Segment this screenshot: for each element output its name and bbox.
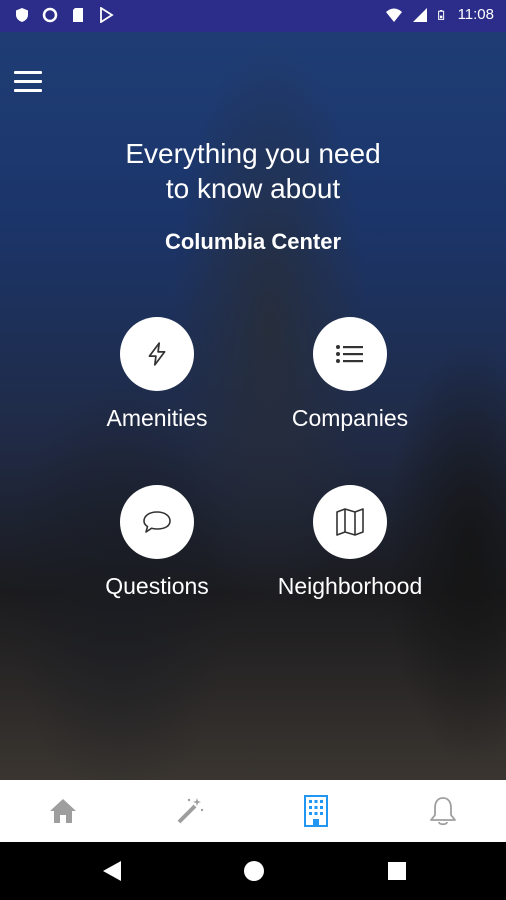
amenities-circle[interactable] bbox=[120, 317, 194, 391]
home-circle-icon[interactable] bbox=[242, 859, 266, 883]
questions-tile[interactable]: Questions bbox=[67, 485, 247, 600]
questions-circle[interactable] bbox=[120, 485, 194, 559]
nav-notifications[interactable] bbox=[380, 780, 506, 842]
hamburger-menu-icon[interactable] bbox=[12, 66, 44, 98]
android-nav-bar bbox=[0, 842, 506, 900]
building-name: Columbia Center bbox=[164, 229, 342, 254]
headline: Everything you need to know about bbox=[0, 136, 506, 206]
amenities-label: Amenities bbox=[106, 405, 208, 431]
list-icon bbox=[336, 345, 363, 363]
headline-line-1: Everything you need bbox=[125, 138, 381, 169]
app-screen: 11:08 Everything you need to know about … bbox=[0, 0, 506, 900]
sd-card-icon bbox=[73, 8, 83, 22]
status-time: 11:08 bbox=[457, 6, 494, 23]
companies-label: Companies bbox=[291, 405, 409, 431]
amenities-tile[interactable]: Amenities bbox=[67, 317, 247, 432]
headline-line-2: to know about bbox=[165, 173, 341, 204]
play-store-icon bbox=[100, 7, 114, 23]
back-icon[interactable] bbox=[101, 859, 123, 883]
bell-icon bbox=[429, 797, 456, 826]
companies-tile[interactable]: Companies bbox=[260, 317, 440, 432]
questions-label: Questions bbox=[105, 573, 209, 599]
bottom-nav bbox=[0, 780, 506, 842]
magic-wand-icon bbox=[177, 798, 203, 824]
neighborhood-label: Neighborhood bbox=[277, 573, 423, 599]
wifi-icon bbox=[385, 8, 402, 22]
recents-square-icon[interactable] bbox=[386, 859, 408, 883]
battery-icon bbox=[437, 9, 444, 20]
status-bar: 11:08 bbox=[0, 0, 506, 32]
neighborhood-circle[interactable] bbox=[313, 485, 387, 559]
chat-bubble-icon bbox=[143, 511, 171, 533]
nav-home[interactable] bbox=[0, 780, 127, 842]
nav-magic[interactable] bbox=[127, 780, 254, 842]
home-icon bbox=[50, 799, 77, 823]
circle-icon bbox=[42, 7, 58, 23]
nav-building[interactable] bbox=[253, 780, 380, 842]
signal-icon bbox=[412, 7, 427, 22]
map-icon bbox=[336, 508, 364, 536]
neighborhood-tile[interactable]: Neighborhood bbox=[260, 485, 440, 600]
shield-icon bbox=[16, 8, 28, 22]
building-icon bbox=[304, 795, 329, 827]
companies-circle[interactable] bbox=[313, 317, 387, 391]
lightning-icon bbox=[148, 342, 166, 366]
